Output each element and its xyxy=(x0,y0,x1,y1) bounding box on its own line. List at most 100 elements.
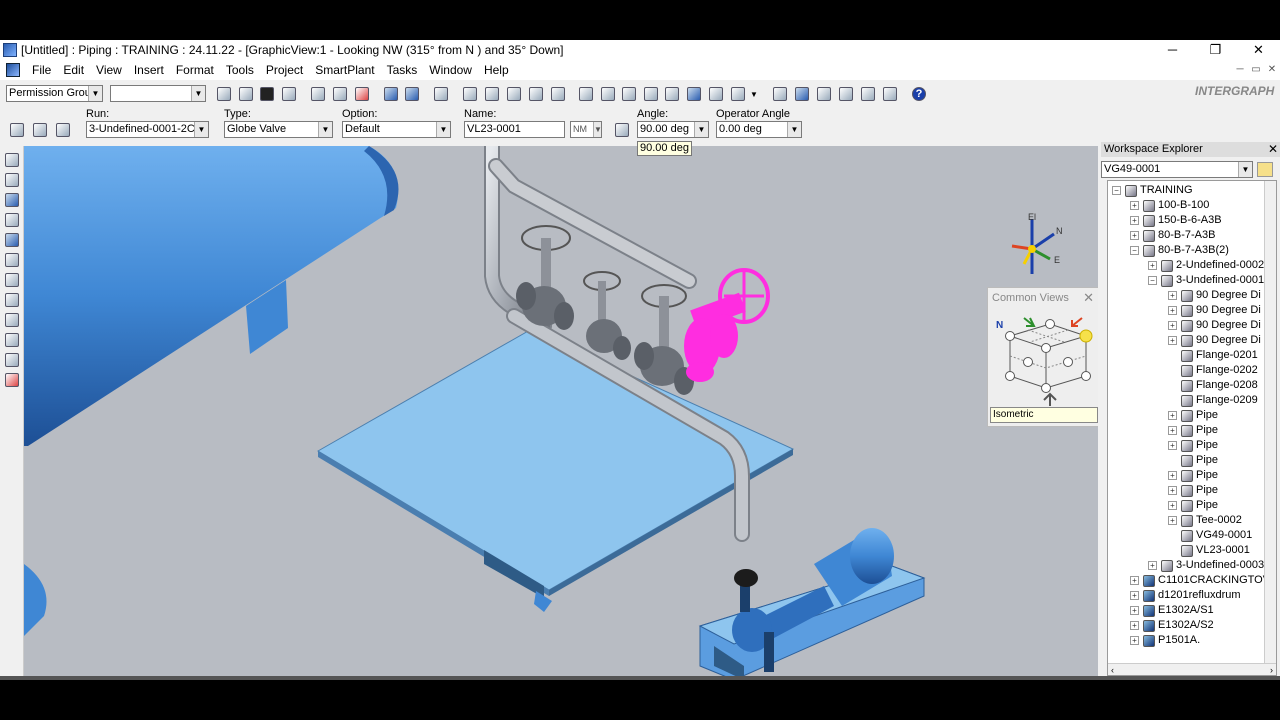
expand-icon[interactable]: + xyxy=(1148,561,1157,570)
workspace-tree[interactable]: − TRAINING +100-B-100 +150-B-6-A3B +80-B-7-A… xyxy=(1107,180,1277,676)
menu-project[interactable]: Project xyxy=(260,60,309,80)
tree-item[interactable]: VG49-0001 xyxy=(1168,528,1252,543)
route-button[interactable] xyxy=(30,120,50,140)
name-rule-combo[interactable]: NM ▼ xyxy=(570,121,602,138)
mdi-restore-button[interactable]: ▭ xyxy=(1248,60,1264,80)
expand-icon[interactable]: + xyxy=(1168,486,1177,495)
tree-item[interactable]: Flange-0208 xyxy=(1168,378,1258,393)
selected-globe-valve[interactable] xyxy=(684,268,770,382)
view-button-2[interactable] xyxy=(598,84,618,104)
move-button[interactable] xyxy=(381,84,401,104)
tree-item[interactable]: Flange-0209 xyxy=(1168,393,1258,408)
save-button[interactable] xyxy=(257,84,277,104)
tree-item[interactable]: + Tee-0002 xyxy=(1168,513,1242,528)
scroll-right-icon[interactable]: › xyxy=(1270,664,1273,675)
expand-icon[interactable]: + xyxy=(1130,621,1139,630)
expand-icon[interactable]: + xyxy=(1168,516,1177,525)
tree-item[interactable]: +80-B-7-A3B xyxy=(1130,228,1215,243)
view-cube-vertex[interactable] xyxy=(1041,383,1051,393)
folder-icon[interactable] xyxy=(1257,162,1273,177)
graphic-view[interactable]: El N E xyxy=(24,146,1098,680)
new-button[interactable] xyxy=(214,84,234,104)
common-views-close-button[interactable]: ✕ xyxy=(1083,290,1094,306)
mdi-minimize-button[interactable]: ─ xyxy=(1232,60,1248,80)
insert-tap-button[interactable] xyxy=(2,250,22,270)
help-button[interactable]: ? xyxy=(909,84,929,104)
close-button[interactable]: ✕ xyxy=(1237,40,1280,60)
properties-button[interactable] xyxy=(7,120,27,140)
expand-icon[interactable]: + xyxy=(1168,321,1177,330)
view-cube-vertex[interactable] xyxy=(1081,371,1091,381)
chevron-down-icon[interactable]: ▼ xyxy=(1238,162,1252,177)
insert-split-button[interactable] xyxy=(2,270,22,290)
tree-vertical-scrollbar[interactable] xyxy=(1264,181,1276,664)
open-button[interactable] xyxy=(236,84,256,104)
tree-item[interactable]: − 3-Undefined-0001 xyxy=(1148,273,1264,288)
tree-item[interactable]: Flange-0202 xyxy=(1168,363,1258,378)
expand-icon[interactable]: + xyxy=(1130,636,1139,645)
expand-icon[interactable]: + xyxy=(1130,591,1139,600)
fit-button[interactable] xyxy=(836,84,856,104)
sequence-button[interactable] xyxy=(2,350,22,370)
tree-item[interactable]: +150-B-6-A3B xyxy=(1130,213,1222,228)
insert-component-button[interactable] xyxy=(2,190,22,210)
expand-icon[interactable]: + xyxy=(1168,471,1177,480)
globe-valve-2[interactable] xyxy=(583,271,631,360)
document-icon[interactable] xyxy=(6,63,20,77)
common-views-button[interactable] xyxy=(880,84,900,104)
collapse-icon[interactable]: − xyxy=(1148,276,1157,285)
insert-specialty-button[interactable] xyxy=(2,230,22,250)
tree-item[interactable]: + Pipe xyxy=(1168,483,1218,498)
tree-item[interactable]: + Pipe xyxy=(1168,438,1218,453)
insert-instrument-button[interactable] xyxy=(2,210,22,230)
view-button-4[interactable] xyxy=(641,84,661,104)
menu-view[interactable]: View xyxy=(90,60,128,80)
menu-format[interactable]: Format xyxy=(170,60,220,80)
expand-icon[interactable]: + xyxy=(1130,216,1139,225)
tree-item[interactable]: + Pipe xyxy=(1168,423,1218,438)
expand-icon[interactable]: + xyxy=(1168,501,1177,510)
expand-icon[interactable]: + xyxy=(1168,336,1177,345)
workspace-filter-combo[interactable]: VG49-0001 ▼ xyxy=(1101,161,1253,178)
tree-item[interactable]: − TRAINING xyxy=(1112,183,1193,198)
view-cube-vertex[interactable] xyxy=(1063,357,1073,367)
tree-item[interactable]: +90 Degree Di xyxy=(1168,318,1261,333)
tree-horizontal-scrollbar[interactable]: ‹ › xyxy=(1108,663,1276,675)
view-cube-vertex[interactable] xyxy=(1041,343,1051,353)
edit-button-2[interactable] xyxy=(526,84,546,104)
view-button-8[interactable] xyxy=(728,84,748,104)
angle-field[interactable]: 90.00 deg ▼ xyxy=(637,121,709,138)
tree-item[interactable]: − 80-B-7-A3B(2) xyxy=(1130,243,1229,258)
refresh-button[interactable] xyxy=(279,84,299,104)
view-button-1[interactable] xyxy=(576,84,596,104)
view-button-7[interactable] xyxy=(706,84,726,104)
platform-slab[interactable] xyxy=(317,329,795,612)
tree-item[interactable]: + E1302A/S1 xyxy=(1130,603,1214,618)
rotate-view-button[interactable] xyxy=(858,84,878,104)
expand-icon[interactable]: + xyxy=(1130,201,1139,210)
collapse-icon[interactable]: − xyxy=(1112,186,1121,195)
view-button-5[interactable] xyxy=(662,84,682,104)
menu-window[interactable]: Window xyxy=(423,60,478,80)
operator-angle-field[interactable]: 0.00 deg ▼ xyxy=(716,121,802,138)
feature-button[interactable] xyxy=(53,120,73,140)
view-cube-vertex[interactable] xyxy=(1005,331,1015,341)
tree-item[interactable]: + C1101CRACKINGTOV xyxy=(1130,573,1270,588)
route-pipe-button[interactable] xyxy=(2,170,22,190)
delete-button[interactable] xyxy=(352,84,372,104)
tree-item[interactable]: + E1302A/S2 xyxy=(1130,618,1214,633)
option-combo[interactable]: Default ▼ xyxy=(342,121,451,138)
tree-item[interactable]: Pipe xyxy=(1168,453,1218,468)
measure-button[interactable] xyxy=(460,84,480,104)
maximize-button[interactable]: ❐ xyxy=(1194,40,1237,60)
angle-tool-button[interactable] xyxy=(612,120,632,140)
expand-icon[interactable]: + xyxy=(1168,441,1177,450)
chevron-down-icon[interactable]: ▼ xyxy=(694,122,708,137)
menu-help[interactable]: Help xyxy=(478,60,515,80)
view-cube-vertex[interactable] xyxy=(1005,371,1015,381)
chevron-down-icon[interactable]: ▼ xyxy=(88,86,102,101)
expand-icon[interactable]: + xyxy=(1130,231,1139,240)
pump-skid[interactable] xyxy=(698,528,926,680)
name-field[interactable]: VL23-0001 xyxy=(464,121,565,138)
rotate-button[interactable] xyxy=(402,84,422,104)
